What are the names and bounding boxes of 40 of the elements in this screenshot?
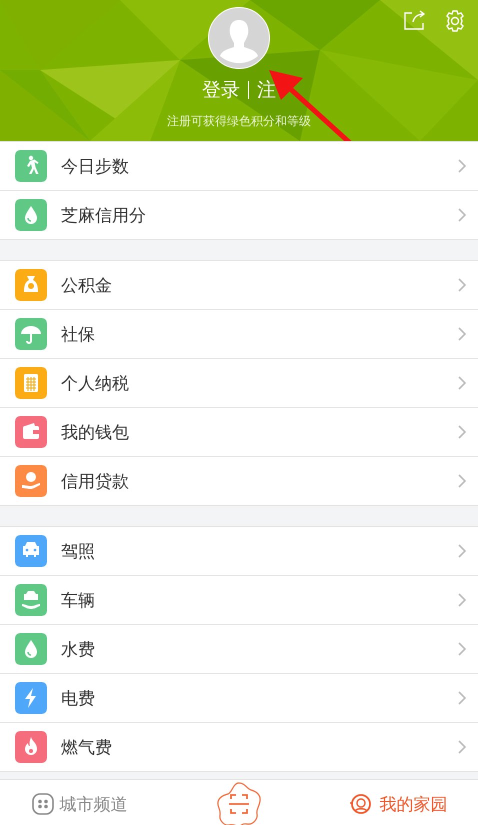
- menu-label: 今日步数: [61, 156, 130, 178]
- menu-row[interactable]: 车辆: [0, 576, 478, 625]
- menu-row[interactable]: 驾照: [0, 527, 478, 576]
- chevron-icon: [458, 159, 466, 173]
- menu-row[interactable]: 信用贷款: [0, 457, 478, 506]
- menu-label: 信用贷款: [61, 470, 130, 492]
- chevron-icon: [458, 474, 466, 488]
- menu-label: 社保: [61, 324, 96, 346]
- menu-label: 公积金: [61, 274, 113, 296]
- tab-button[interactable]: 城市频道: [0, 792, 160, 816]
- menu-label: 个人纳税: [61, 372, 130, 394]
- menu-label: 电费: [61, 688, 96, 710]
- menu-row[interactable]: 电费: [0, 674, 478, 723]
- menu-label: 驾照: [61, 540, 96, 562]
- chevron-icon: [458, 208, 466, 222]
- settings-icon[interactable]: [444, 10, 466, 32]
- chevron-icon: [458, 740, 466, 754]
- menu-row[interactable]: 芝麻信用分: [0, 191, 478, 240]
- menu-row[interactable]: 我的钱包: [0, 408, 478, 457]
- menu-row[interactable]: 社保: [0, 310, 478, 359]
- chevron-icon: [458, 593, 466, 607]
- menu-label: 燃气费: [61, 736, 113, 758]
- menu-row[interactable]: 公积金: [0, 261, 478, 310]
- menu-row[interactable]: 水费: [0, 625, 478, 674]
- menu-row[interactable]: 今日步数: [0, 142, 478, 191]
- chevron-icon: [458, 376, 466, 390]
- chevron-icon: [458, 691, 466, 705]
- register-hint: 注册可获得绿色积分和等级: [167, 113, 311, 130]
- chevron-icon: [458, 327, 466, 341]
- share-icon[interactable]: [404, 10, 426, 30]
- menu-label: 我的钱包: [61, 422, 130, 444]
- menu-row[interactable]: 个人纳税: [0, 359, 478, 408]
- chevron-icon: [458, 642, 466, 656]
- menu-row[interactable]: 燃气费: [0, 723, 478, 772]
- chevron-icon: [458, 278, 466, 292]
- menu-label: 车辆: [61, 590, 96, 612]
- menu-label: 水费: [61, 638, 96, 660]
- chevron-icon: [458, 544, 466, 558]
- chevron-icon: [458, 425, 466, 439]
- menu-label: 芝麻信用分: [61, 204, 147, 226]
